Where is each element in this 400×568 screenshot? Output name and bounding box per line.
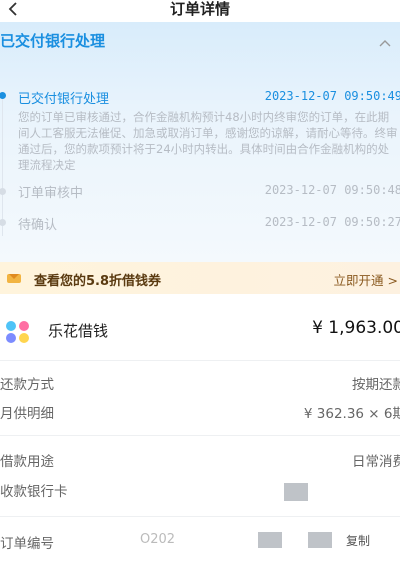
divider [0, 435, 400, 436]
repay-method-label: 还款方式 [0, 377, 54, 393]
timeline-item-time: 2023-12-07 09:50:27 [264, 215, 400, 229]
loan-product-row: 乐花借钱 ¥ 1,963.00 [0, 308, 400, 348]
bank-card-redaction [284, 483, 308, 501]
timeline-line [2, 96, 3, 236]
timeline-item-title: 待确认 [18, 218, 58, 233]
timeline-item-title: 订单审核中 [18, 186, 84, 201]
monthly-detail-label: 月供明细 [0, 406, 54, 422]
coupon-crown-icon [7, 274, 21, 283]
bank-card-label: 收款银行卡 [0, 484, 68, 500]
current-status: 已交付银行处理 [0, 32, 106, 50]
order-number-redaction [308, 532, 332, 548]
divider [0, 360, 400, 361]
divider [0, 516, 400, 517]
loan-product-logo-icon [6, 321, 29, 343]
loan-purpose-value: 日常消费 [352, 454, 400, 470]
order-number-value: O202 [140, 532, 176, 547]
repay-method-value: 按期还款 [352, 377, 400, 393]
chevron-up-icon[interactable] [378, 36, 392, 50]
page-title: 订单详情 [169, 0, 230, 18]
loan-amount: ¥ 1,963.00 [312, 318, 400, 338]
order-number-label: 订单编号 [0, 536, 54, 552]
copy-order-button[interactable]: 复制 [346, 532, 370, 549]
monthly-detail-value[interactable]: ¥ 362.36 × 6期 [304, 402, 400, 422]
coupon-text: 查看您的5.8折借钱券 [34, 274, 162, 289]
timeline-item-time: 2023-12-07 09:50:48 [264, 183, 400, 197]
status-header[interactable]: 已交付银行处理 [0, 30, 400, 56]
timeline-item-title: 已交付银行处理 [18, 92, 110, 107]
loan-product-name: 乐花借钱 [48, 322, 109, 340]
coupon-open-link[interactable]: 立即开通 > [334, 270, 398, 289]
top-bar: 订单详情 [0, 0, 400, 20]
timeline-item-description: 您的订单已审核通过，合作金融机构预计48小时内终审您的订单，在此期间人工客服无法… [18, 110, 398, 172]
order-number-redaction [258, 532, 282, 548]
timeline-item-time: 2023-12-07 09:50:49 [264, 89, 400, 103]
coupon-banner[interactable]: 查看您的5.8折借钱券 立即开通 > [0, 262, 400, 294]
loan-purpose-label: 借款用途 [0, 454, 54, 470]
